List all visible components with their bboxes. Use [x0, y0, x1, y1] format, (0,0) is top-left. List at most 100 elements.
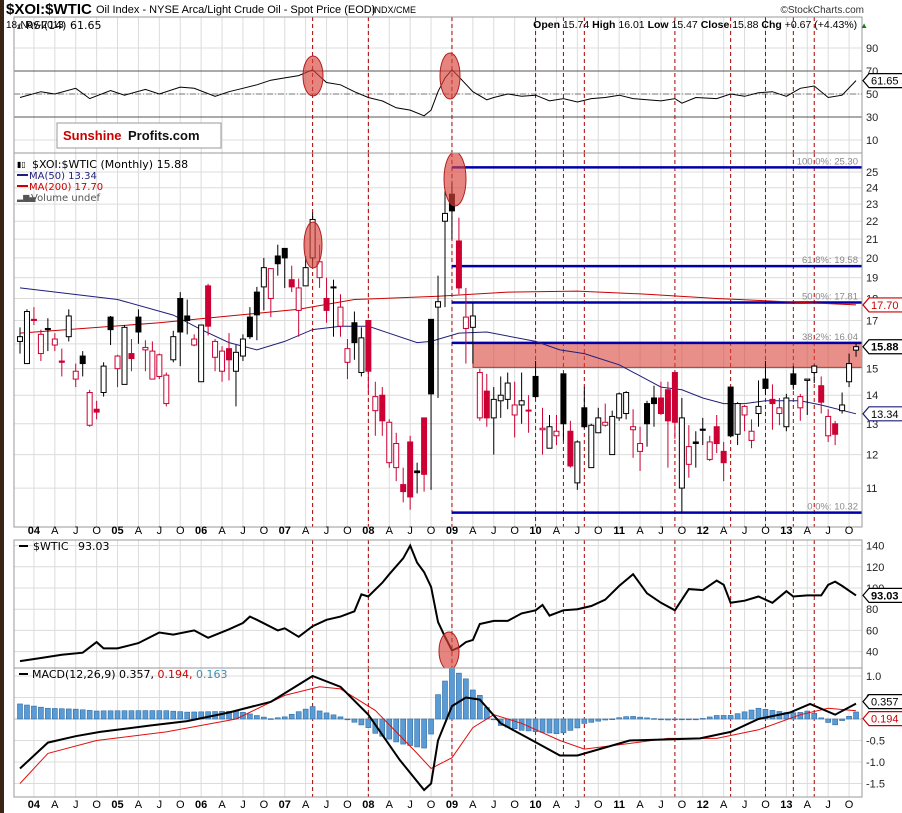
macd-panel-background [14, 668, 862, 797]
macd-histogram-bar [414, 718, 420, 748]
x-axis-label-bottom: O [594, 799, 603, 811]
macd-histogram-bar [553, 718, 560, 735]
x-axis-label: 05 [111, 525, 123, 537]
y-tick-label: 60 [866, 625, 878, 637]
macd-histogram-bar [428, 718, 434, 735]
candle-body [546, 426, 553, 449]
candle [609, 410, 616, 456]
macd-histogram-bar [274, 717, 281, 720]
candle-body [358, 337, 365, 374]
candle-body [253, 291, 260, 316]
ma200-value-tag-text: 17.70 [871, 300, 899, 312]
candle-body [609, 415, 616, 456]
macd-histogram-bar [811, 712, 818, 720]
y-tick-label: -1.5 [866, 779, 885, 791]
candle-body [692, 441, 699, 445]
x-axis-label: J [73, 525, 79, 537]
x-axis-label-bottom: 09 [446, 799, 458, 811]
x-axis-label-bottom: O [427, 799, 436, 811]
candle-body [825, 415, 832, 437]
y-tick-label: 50 [866, 89, 878, 101]
low-label: Low [648, 19, 670, 31]
macd-histogram-bar [595, 718, 602, 722]
x-axis-label-bottom: J [742, 799, 748, 811]
macd-histogram-bar [525, 718, 532, 732]
macd-histogram-bar [692, 718, 699, 721]
candle-body [623, 391, 630, 415]
candle-body [699, 428, 706, 431]
candle-body [205, 285, 212, 327]
x-axis-label-bottom: O [761, 799, 770, 811]
x-axis-label-bottom: 11 [613, 799, 625, 811]
x-axis-label-bottom: A [302, 799, 310, 811]
y-tick-label: 80 [866, 604, 878, 616]
macd-histogram-bar [825, 718, 831, 723]
y-tick-label: -0.5 [866, 736, 885, 748]
candle-body [17, 336, 23, 342]
candle-body [469, 315, 476, 328]
x-axis-label-bottom: A [386, 799, 394, 811]
macd-histogram-bar [128, 710, 135, 720]
macd-histogram-bar [65, 708, 72, 720]
macd-histogram-bar [302, 708, 309, 720]
candle-body [532, 375, 539, 398]
candle-body [671, 372, 678, 423]
candle-body [706, 441, 713, 460]
left-frame [0, 0, 4, 813]
macd-histogram-bar [588, 718, 595, 723]
candle-body [797, 396, 804, 409]
candle-body [302, 267, 309, 287]
x-axis-label: J [658, 525, 664, 537]
candle-body [372, 396, 379, 412]
candle-body [421, 417, 428, 475]
candle-body [518, 400, 525, 406]
candle-body [149, 350, 156, 380]
logo-sunshine: Sunshine [63, 128, 122, 143]
x-axis-label: 08 [362, 525, 374, 537]
x-axis-label: A [135, 525, 143, 537]
candle-body [407, 441, 414, 498]
candle-body [713, 426, 720, 445]
candle-body [219, 350, 226, 372]
candle-body [386, 421, 393, 464]
candle-body [616, 393, 623, 419]
macd-histogram-bar [748, 709, 755, 720]
candle-body [191, 338, 198, 346]
macd-histogram-bar [142, 710, 149, 720]
macd-histogram-bar [734, 713, 741, 720]
macd-legend-signal: 0.194, [158, 668, 193, 681]
macd-histogram-bar [818, 717, 825, 720]
x-axis-label: O [845, 525, 854, 537]
candle-body [295, 287, 302, 311]
wtic-value-tag: 93.03 [862, 587, 902, 603]
x-axis-label: J [407, 525, 413, 537]
candle-body [337, 306, 344, 327]
y-tick-label: 24 [866, 183, 878, 195]
x-axis-label-bottom: J [324, 799, 330, 811]
rsi-legend: RSI(14) 61.65 [26, 19, 101, 32]
candle-body [762, 378, 769, 389]
x-axis-label-bottom: A [51, 799, 59, 811]
macd-legend-macd: 0.357, [119, 668, 154, 681]
macd-value-tag: 0.357 [862, 694, 902, 710]
candle-body [776, 407, 783, 415]
candle-body [428, 318, 435, 395]
wtic-panel-background [14, 540, 862, 668]
candle-body [323, 297, 330, 311]
x-axis-label: A [553, 525, 561, 537]
open-value: 15.74 [563, 19, 589, 31]
macd-histogram-bar [609, 718, 615, 720]
macd-legend: MACD(12,26,9) 0.357, 0.194, 0.163 [32, 668, 228, 681]
up-arrow-icon: ▲ [860, 21, 868, 30]
candle-body [86, 391, 93, 426]
macd-histogram-bar [699, 718, 706, 720]
macd-histogram-bar [358, 718, 365, 726]
x-axis-label: J [157, 525, 163, 537]
macd-histogram-bar [421, 718, 427, 749]
macd-histogram-bar [330, 714, 337, 720]
candle-body [657, 397, 664, 415]
chg-label: Chg [761, 19, 781, 31]
x-axis-label: A [469, 525, 477, 537]
x-axis-label-bottom: 08 [362, 799, 374, 811]
wtic-legend-value: 93.03 [78, 540, 110, 553]
